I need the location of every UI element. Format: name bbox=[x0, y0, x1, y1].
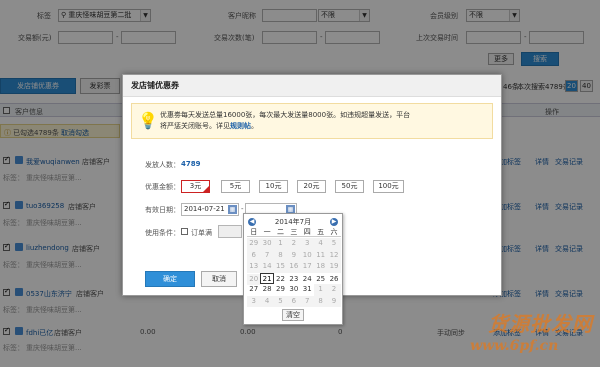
weekday: 五 bbox=[317, 228, 325, 236]
calendar-day[interactable]: 7 bbox=[300, 295, 314, 307]
notice-line-2-text: 将严惩关闭账号。详见 bbox=[160, 122, 230, 130]
calendar-week: 6 7 8 9 10 11 12 bbox=[247, 249, 341, 261]
calendar-day[interactable]: 2 bbox=[327, 284, 341, 296]
calendar-week: 3456789 bbox=[247, 295, 341, 307]
amount-option-label: 100元 bbox=[378, 182, 399, 190]
lightbulb-icon: 💡 bbox=[138, 111, 158, 130]
recipients-count: 4789 bbox=[181, 160, 201, 168]
calendar-day[interactable]: 7 bbox=[260, 249, 274, 261]
calendar-week: 29 30 1 2 3 4 5 bbox=[247, 238, 341, 250]
amount-option-label: 5元 bbox=[229, 182, 242, 190]
weekday: 六 bbox=[330, 228, 338, 236]
cancel-button-label: 取消 bbox=[212, 275, 226, 283]
calendar-day[interactable]: 15 bbox=[273, 261, 288, 273]
valid-start-value: 2014-07-21 bbox=[184, 205, 225, 213]
next-month-icon[interactable]: ▶ bbox=[330, 218, 338, 226]
calendar-day[interactable]: 4 bbox=[313, 238, 328, 250]
notice-line-1: 优惠劵每天发送总量16000张，每次最大发送量8000张。如违规超量发送，平台 bbox=[160, 111, 411, 119]
calendar-day[interactable]: 10 bbox=[300, 249, 314, 261]
calendar-day[interactable]: 30 bbox=[260, 238, 274, 250]
cancel-button[interactable]: 取消 bbox=[201, 271, 237, 287]
calendar-day[interactable]: 6 bbox=[287, 295, 301, 307]
rules-link[interactable]: 规则帖 bbox=[230, 122, 251, 130]
amount-option-label: 3元 bbox=[189, 182, 202, 190]
order-min-checkbox[interactable] bbox=[181, 228, 188, 235]
calendar-day[interactable]: 28 bbox=[260, 284, 273, 296]
amount-option-5[interactable]: 5元 bbox=[221, 180, 250, 193]
calendar-icon[interactable]: ▦ bbox=[228, 205, 237, 214]
weekday: 日 bbox=[250, 228, 258, 236]
amount-option-label: 50元 bbox=[341, 182, 358, 190]
weekday-header: 日一二三四五六 bbox=[247, 228, 341, 237]
calendar-day[interactable]: 21 bbox=[260, 272, 274, 284]
dialog-title: 发店铺优惠券 bbox=[123, 75, 501, 97]
confirm-button[interactable]: 确定 bbox=[145, 271, 195, 287]
valid-date-separator: - bbox=[241, 205, 244, 213]
order-min-input[interactable] bbox=[218, 225, 242, 238]
calendar-week: 27 28 29 30 31 1 2 bbox=[247, 284, 341, 296]
order-min-label: 订单满 bbox=[191, 229, 212, 237]
calendar-day[interactable]: 17 bbox=[300, 261, 314, 273]
calendar-day[interactable]: 31 bbox=[301, 284, 314, 296]
calendar-day[interactable]: 29 bbox=[274, 284, 287, 296]
weekday: 四 bbox=[303, 228, 311, 236]
calendar-week: 13 14 15 16 17 18 19 bbox=[247, 261, 341, 273]
clear-date-label: 清空 bbox=[286, 311, 300, 319]
notice-text: 优惠劵每天发送总量16000张，每次最大发送量8000张。如违规超量发送，平台 … bbox=[160, 110, 490, 132]
calendar-day[interactable]: 11 bbox=[313, 249, 328, 261]
calendar-day[interactable]: 1 bbox=[273, 238, 288, 250]
month-title: 2014年7月 bbox=[274, 218, 312, 226]
amount-option-3[interactable]: 3元 bbox=[181, 180, 210, 193]
calendar-day[interactable]: 5 bbox=[273, 295, 288, 307]
calendar-day[interactable]: 5 bbox=[327, 238, 341, 250]
condition-label: 使用条件： bbox=[145, 229, 180, 237]
watermark-cn: 货源批发网 bbox=[488, 312, 593, 336]
date-picker: ◀ 2014年7月 ▶ 日一二三四五六 29 30 1 2 3 4 5 6 7 8 9 10 11 12 1… bbox=[243, 213, 343, 325]
amount-label: 优惠金额： bbox=[145, 183, 180, 191]
calendar-day[interactable]: 12 bbox=[327, 249, 341, 261]
calendar-day[interactable]: 4 bbox=[260, 295, 274, 307]
notice-suffix: 。 bbox=[251, 122, 258, 130]
weekday: 三 bbox=[290, 228, 298, 236]
amount-option-100[interactable]: 100元 bbox=[373, 180, 404, 193]
notice-box: 💡 优惠劵每天发送总量16000张，每次最大发送量8000张。如违规超量发送，平… bbox=[131, 103, 493, 139]
calendar-day[interactable]: 2 bbox=[287, 238, 301, 250]
calendar-day[interactable]: 8 bbox=[273, 249, 288, 261]
recipients-label: 发放人数： bbox=[145, 161, 180, 169]
notice-line-2: 将严惩关闭账号。详见规则帖。 bbox=[160, 121, 490, 132]
calendar-day[interactable]: 6 bbox=[247, 249, 261, 261]
amount-option-label: 20元 bbox=[303, 182, 320, 190]
calendar-day[interactable]: 9 bbox=[287, 249, 301, 261]
calendar-day[interactable]: 3 bbox=[247, 295, 261, 307]
valid-date-label: 有效日期： bbox=[145, 206, 180, 214]
amount-option-label: 10元 bbox=[265, 182, 282, 190]
weekday: 二 bbox=[276, 228, 284, 236]
calendar-day[interactable]: 30 bbox=[287, 284, 300, 296]
calendar-day[interactable]: 13 bbox=[247, 261, 261, 273]
calendar-week: 20 21 22 23 24 25 26 bbox=[247, 272, 341, 285]
calendar-day[interactable]: 14 bbox=[260, 261, 274, 273]
calendar-day[interactable]: 18 bbox=[313, 261, 328, 273]
calendar-day[interactable]: 19 bbox=[327, 261, 341, 273]
weekday: 一 bbox=[263, 228, 271, 236]
amount-option-20[interactable]: 20元 bbox=[297, 180, 326, 193]
confirm-button-label: 确定 bbox=[163, 275, 177, 283]
calendar-day[interactable]: 9 bbox=[327, 295, 341, 307]
watermark-url: www.6pf.cn bbox=[470, 338, 559, 354]
calendar-day[interactable]: 8 bbox=[313, 295, 328, 307]
clear-date-button[interactable]: 清空 bbox=[282, 309, 304, 321]
amount-option-10[interactable]: 10元 bbox=[259, 180, 288, 193]
calendar-day[interactable]: 27 bbox=[247, 284, 260, 296]
calendar-day[interactable]: 29 bbox=[247, 238, 261, 250]
calendar-day[interactable]: 1 bbox=[313, 284, 328, 296]
valid-start-input[interactable]: 2014-07-21 ▦ bbox=[181, 203, 239, 216]
selected-corner-icon bbox=[203, 186, 209, 192]
calendar-day[interactable]: 3 bbox=[300, 238, 314, 250]
calendar-day[interactable]: 16 bbox=[287, 261, 301, 273]
calendar-grid: 29 30 1 2 3 4 5 6 7 8 9 10 11 12 13 14 15 16 17 18 19 20 21 22 2… bbox=[247, 238, 341, 307]
amount-option-50[interactable]: 50元 bbox=[335, 180, 364, 193]
